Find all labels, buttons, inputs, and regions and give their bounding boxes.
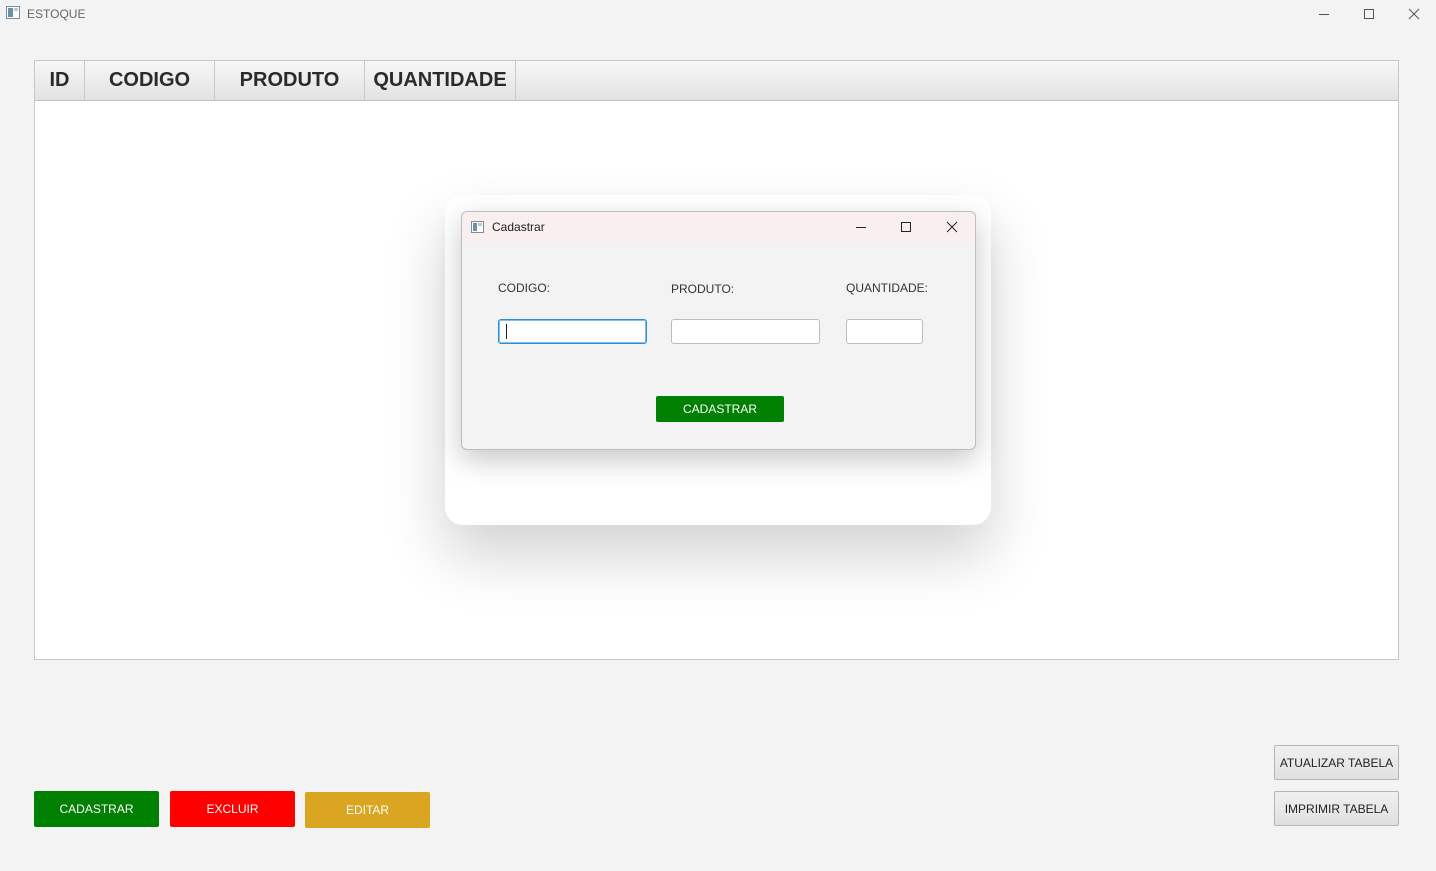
produto-label: PRODUTO: (671, 282, 735, 296)
quantidade-label: QUANTIDADE: (846, 281, 929, 295)
atualizar-tabela-button[interactable]: ATUALIZAR TABELA (1274, 745, 1399, 780)
main-titlebar: ESTOQUE (0, 0, 1436, 28)
window-title: ESTOQUE (27, 7, 86, 21)
column-header-quantidade[interactable]: QUANTIDADE (365, 61, 516, 100)
produto-input[interactable] (671, 319, 820, 344)
column-header-codigo[interactable]: CODIGO (85, 61, 215, 100)
column-header-id[interactable]: ID (35, 61, 85, 100)
codigo-input[interactable] (498, 319, 647, 344)
imprimir-tabela-button[interactable]: IMPRIMIR TABELA (1274, 791, 1399, 826)
minimize-icon (856, 227, 866, 228)
excluir-button[interactable]: EXCLUIR (170, 791, 295, 827)
dialog-title: Cadastrar (492, 220, 545, 234)
close-icon (1408, 8, 1420, 20)
app-window-icon (6, 6, 20, 19)
quantidade-input[interactable] (846, 319, 923, 344)
column-header-produto[interactable]: PRODUTO (215, 61, 365, 100)
dialog-minimize-button[interactable] (846, 216, 876, 238)
dialog-close-button[interactable] (937, 216, 967, 238)
close-button[interactable] (1399, 4, 1429, 24)
maximize-icon (901, 222, 911, 232)
editar-button[interactable]: EDITAR (305, 792, 430, 828)
codigo-label: CODIGO: (498, 281, 551, 295)
minimize-button[interactable] (1309, 4, 1339, 24)
minimize-icon (1319, 14, 1329, 15)
cadastrar-button[interactable]: CADASTRAR (34, 791, 159, 827)
maximize-button[interactable] (1354, 4, 1384, 24)
maximize-icon (1364, 9, 1374, 19)
cadastrar-dialog: Cadastrar CODIGO: PRODUTO: QUANTIDADE: C… (461, 211, 976, 450)
text-caret (506, 324, 507, 339)
close-icon (946, 221, 958, 233)
dialog-window-icon (471, 220, 484, 233)
dialog-cadastrar-button[interactable]: CADASTRAR (656, 396, 784, 422)
dialog-maximize-button[interactable] (891, 216, 921, 238)
dialog-titlebar: Cadastrar (462, 212, 975, 242)
table-header: ID CODIGO PRODUTO QUANTIDADE (35, 61, 1398, 101)
